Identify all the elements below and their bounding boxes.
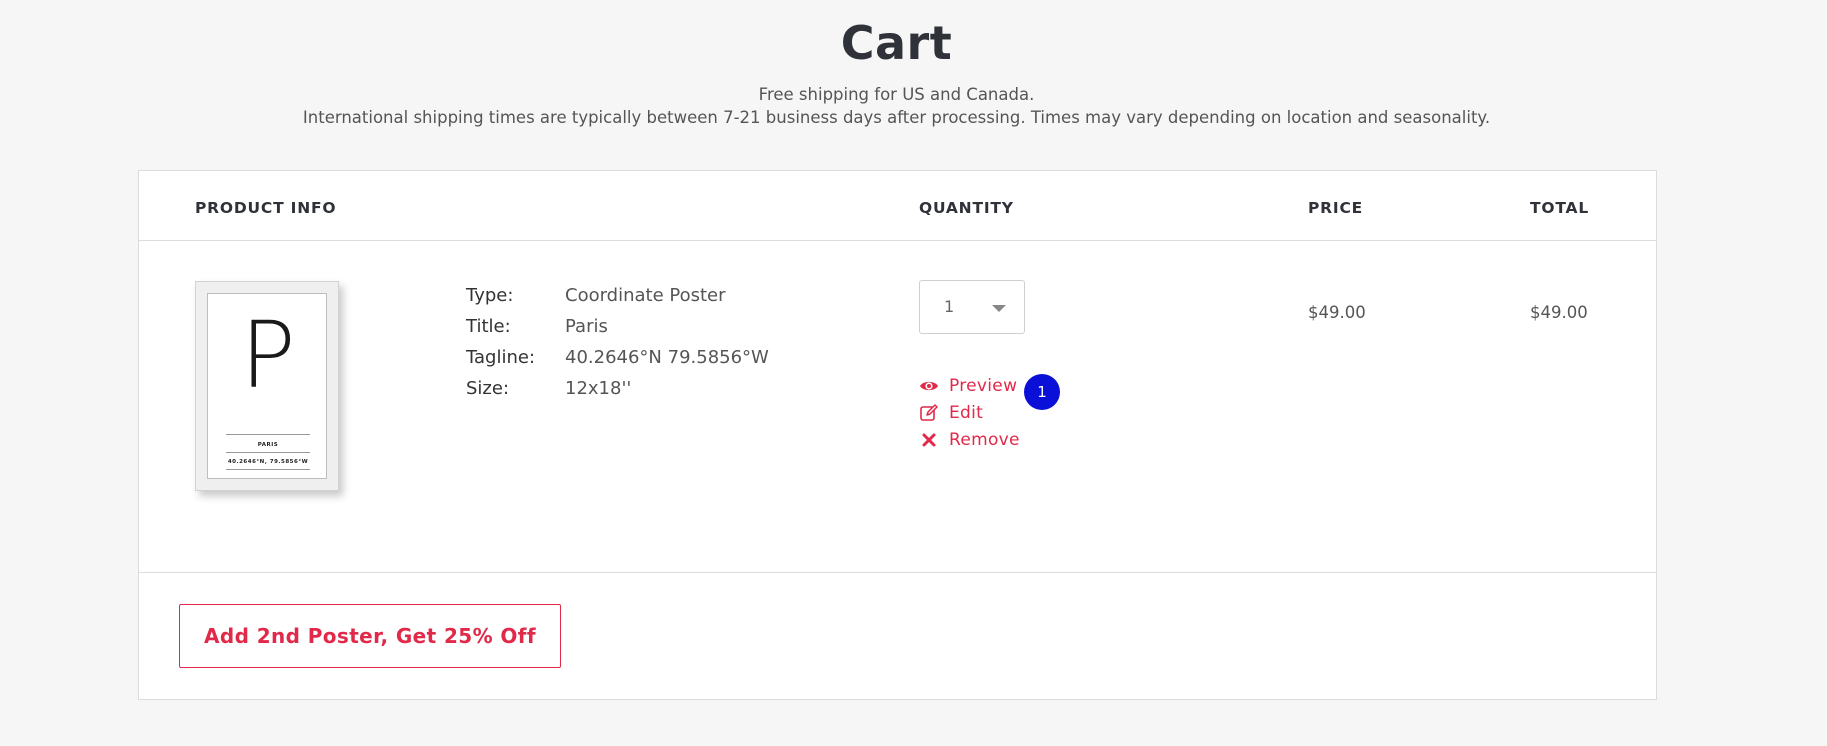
chevron-down-icon	[992, 305, 1006, 312]
detail-label-type: Type:	[466, 285, 514, 306]
preview-label: Preview	[949, 376, 1018, 396]
header-price: PRICE	[1308, 199, 1364, 217]
poster-rule	[226, 434, 310, 435]
quantity-select[interactable]: 1	[919, 280, 1025, 334]
preview-link[interactable]: Preview	[919, 375, 1017, 397]
item-price: $49.00	[1308, 303, 1366, 322]
cart-table: PRODUCT INFO QUANTITY PRICE TOTAL P PARI…	[138, 170, 1657, 700]
header-quantity: QUANTITY	[919, 199, 1014, 217]
remove-label: Remove	[949, 430, 1020, 450]
poster-preview: P PARIS 40.2646°N, 79.5856°W	[207, 293, 327, 479]
detail-label-size: Size:	[466, 378, 510, 399]
detail-label-tagline: Tagline:	[466, 347, 536, 368]
header-divider	[139, 240, 1656, 241]
detail-value-tagline: 40.2646°N 79.5856°W	[565, 347, 769, 368]
product-thumbnail[interactable]: P PARIS 40.2646°N, 79.5856°W	[195, 281, 339, 491]
detail-value-title: Paris	[565, 316, 608, 337]
close-icon	[919, 430, 939, 450]
shipping-note-international: International shipping times are typical…	[302, 108, 1491, 127]
item-total: $49.00	[1530, 303, 1588, 322]
eye-icon	[919, 376, 939, 396]
header-product-info: PRODUCT INFO	[195, 199, 337, 217]
poster-rule	[226, 452, 310, 453]
edit-link[interactable]: Edit	[919, 402, 983, 424]
poster-letter: P	[240, 302, 296, 409]
detail-label-title: Title:	[466, 316, 511, 337]
preview-count-badge: 1	[1024, 374, 1060, 410]
add-second-poster-button[interactable]: Add 2nd Poster, Get 25% Off	[179, 604, 561, 668]
edit-icon	[919, 403, 939, 423]
poster-rule	[226, 469, 310, 470]
edit-label: Edit	[949, 403, 984, 423]
poster-caption-title: PARIS	[257, 442, 279, 448]
remove-link[interactable]: Remove	[919, 429, 1020, 451]
quantity-value: 1	[944, 297, 955, 316]
shipping-note-domestic: Free shipping for US and Canada.	[758, 85, 1035, 104]
page-title: Cart	[840, 16, 953, 70]
header-total: TOTAL	[1530, 199, 1589, 217]
detail-value-type: Coordinate Poster	[565, 285, 726, 306]
item-divider	[139, 572, 1656, 573]
poster-caption-coords: 40.2646°N, 79.5856°W	[227, 459, 309, 465]
detail-value-size: 12x18''	[565, 378, 632, 399]
